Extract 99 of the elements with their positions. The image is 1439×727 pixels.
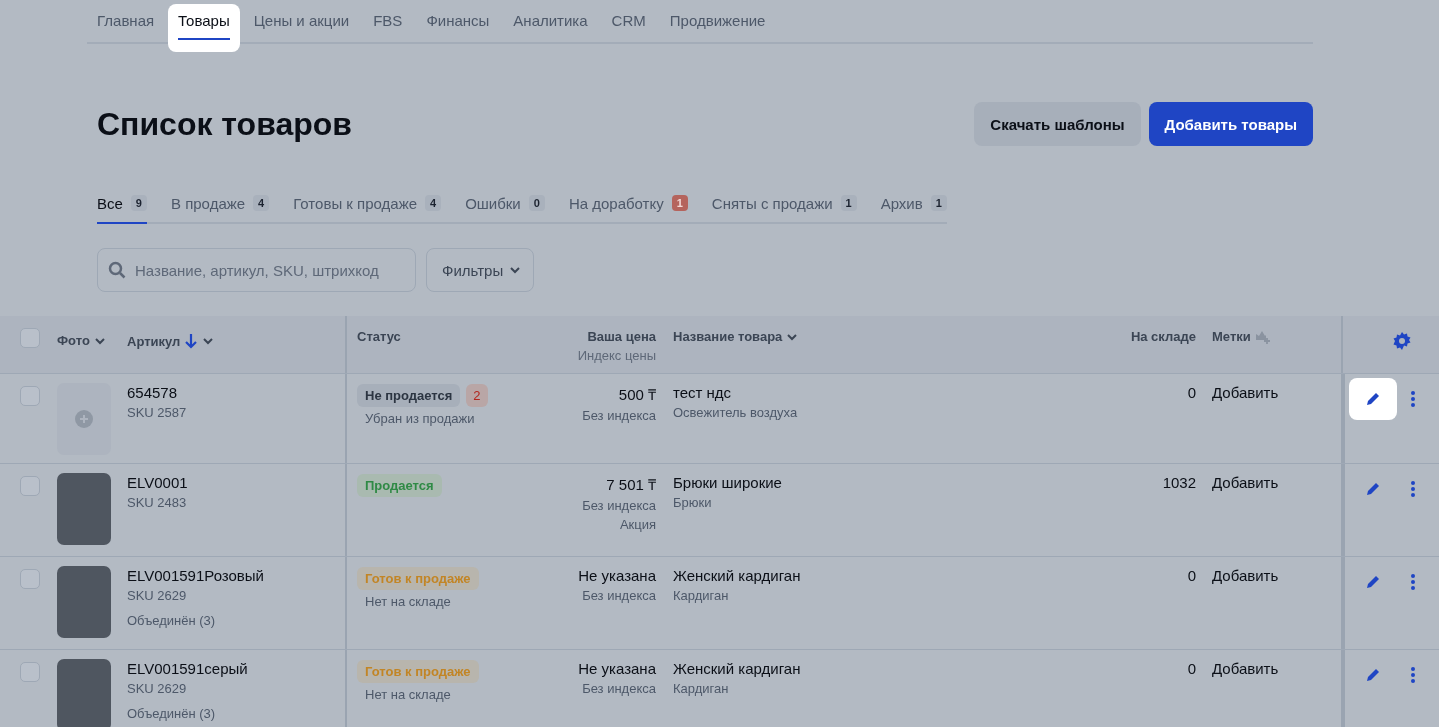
sku-text: SKU 2483 <box>127 495 187 510</box>
column-header: Ваша цена <box>587 329 656 344</box>
article-text: 654578 <box>127 384 178 401</box>
category-text: Брюки <box>673 495 712 510</box>
more-icon <box>1411 391 1415 407</box>
search-icon <box>108 261 126 279</box>
add-products-button[interactable]: Добавить товары <box>1148 102 1313 146</box>
category-text: Кардиган <box>673 588 729 603</box>
product-name: Женский кардиган <box>673 660 801 677</box>
sku-text: SKU 2629 <box>127 588 187 603</box>
status-tab[interactable]: Готовы к продаже 4 <box>293 190 442 224</box>
stock-text: 0 <box>1187 567 1196 584</box>
stock-text: 0 <box>1187 660 1196 677</box>
status-tab[interactable]: В продаже 4 <box>171 190 270 224</box>
pencil-icon <box>1365 481 1381 497</box>
category-text: Кардиган <box>673 681 729 696</box>
status-badge: Готов к продаже <box>357 660 479 683</box>
status-tab[interactable]: Архив 1 <box>880 190 947 224</box>
nav-tab[interactable]: CRM <box>601 4 656 52</box>
price-index-text: Без индекса <box>582 681 656 696</box>
column-header[interactable]: Название товара <box>673 329 799 344</box>
edit-button[interactable] <box>1349 378 1397 420</box>
status-tab[interactable]: На доработку 1 <box>568 190 688 224</box>
column-header: Статус <box>357 329 401 344</box>
nav-tab[interactable]: Главная <box>87 4 165 52</box>
article-text: ELV0001 <box>127 474 188 491</box>
more-icon <box>1411 481 1415 497</box>
nav-tab[interactable]: FBS <box>363 4 413 52</box>
nav-tab[interactable]: Аналитика <box>503 4 598 52</box>
price-text: 500 ₸ <box>618 385 656 404</box>
status-tab[interactable]: Сняты с продажи 1 <box>711 190 857 224</box>
status-note: Убран из продажи <box>364 411 475 426</box>
settings-icon[interactable] <box>1393 332 1411 350</box>
more-icon <box>1411 667 1415 683</box>
count-badge: 1 <box>840 195 857 211</box>
stock-text: 0 <box>1187 384 1196 401</box>
nav-tab[interactable]: Товары <box>168 4 240 52</box>
count-badge: 1 <box>671 195 688 211</box>
checkbox[interactable] <box>20 386 40 406</box>
column-header[interactable]: Артикул <box>127 333 215 349</box>
search-field[interactable]: Название, артикул, SKU, штрихкод <box>97 248 416 292</box>
price-text: Не указана <box>578 660 656 677</box>
checkbox[interactable] <box>20 476 40 496</box>
merged-text: Объединён (3) <box>127 706 216 721</box>
chevron-down-icon <box>202 335 215 347</box>
count-badge: 9 <box>130 195 147 211</box>
count-badge: 4 <box>425 195 442 211</box>
count-badge: 4 <box>253 195 270 211</box>
column-header: На складе <box>1130 329 1196 344</box>
column-header: Метки <box>1212 329 1271 344</box>
more-icon <box>1411 574 1415 590</box>
product-name: тест ндс <box>673 384 732 401</box>
article-text: ELV001591Розовый <box>127 567 264 584</box>
price-text: 7 501 ₸ <box>606 475 656 494</box>
promo-text: Акция <box>619 517 656 532</box>
pencil-icon <box>1365 391 1381 407</box>
status-note: Нет на складе <box>364 687 451 702</box>
pencil-icon <box>1365 667 1381 683</box>
checkbox[interactable] <box>20 662 40 682</box>
price-text: Не указана <box>578 567 656 584</box>
error-count-badge: 2 <box>466 384 488 407</box>
status-badge: Продается <box>357 474 442 497</box>
status-badge: Готов к продаже <box>357 567 479 590</box>
checkbox[interactable] <box>20 328 40 348</box>
price-index-text: Без индекса <box>582 408 656 423</box>
download-templates-button[interactable]: Скачать шаблоны <box>974 102 1141 146</box>
tag-plus-icon <box>1254 329 1271 344</box>
chevron-down-icon <box>509 264 522 276</box>
checkbox[interactable] <box>20 569 40 589</box>
count-badge: 0 <box>528 195 545 211</box>
add-tag-link[interactable]: Добавить <box>1212 660 1279 677</box>
product-name: Брюки широкие <box>673 474 782 491</box>
price-index-text: Без индекса <box>582 588 656 603</box>
nav-tab[interactable]: Продвижение <box>659 4 776 52</box>
status-tab[interactable]: Все 9 <box>97 190 147 224</box>
category-text: Освежитель воздуха <box>673 405 798 420</box>
sku-text: SKU 2629 <box>127 681 187 696</box>
merged-text: Объединён (3) <box>127 613 216 628</box>
status-badge: Не продается <box>357 384 461 407</box>
filters-button[interactable]: Фильтры <box>426 248 535 292</box>
count-badge: 1 <box>930 195 947 211</box>
page-title: Список товаров <box>97 105 352 143</box>
pencil-icon <box>1365 574 1381 590</box>
sort-down-icon <box>184 333 199 349</box>
add-tag-link[interactable]: Добавить <box>1212 384 1279 401</box>
column-subheader: Индекс цены <box>577 348 656 363</box>
stock-text: 1032 <box>1162 474 1196 491</box>
price-index-text: Без индекса <box>582 498 656 513</box>
product-name: Женский кардиган <box>673 567 801 584</box>
nav-tab[interactable]: Финансы <box>416 4 500 52</box>
column-header[interactable]: Фото <box>57 333 106 348</box>
article-text: ELV001591серый <box>127 660 248 677</box>
add-tag-link[interactable]: Добавить <box>1212 567 1279 584</box>
plus-icon <box>75 410 93 428</box>
status-tab[interactable]: Ошибки 0 <box>465 190 545 224</box>
status-note: Нет на складе <box>364 594 451 609</box>
nav-tab[interactable]: Цены и акции <box>243 4 360 52</box>
add-tag-link[interactable]: Добавить <box>1212 474 1279 491</box>
sku-text: SKU 2587 <box>127 405 187 420</box>
